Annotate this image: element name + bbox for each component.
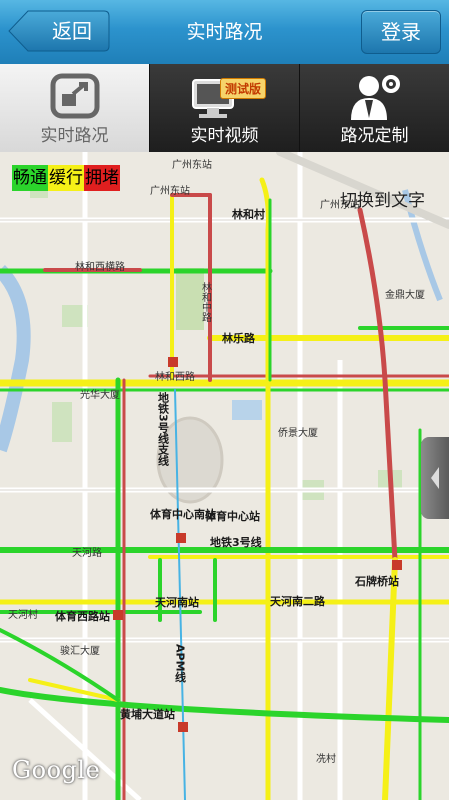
map-label: 地铁3号线支线 bbox=[157, 391, 171, 467]
map-label: 林乐路 bbox=[222, 331, 256, 345]
map-label: 林和村 bbox=[232, 207, 265, 221]
map-label: 骏汇大厦 bbox=[60, 644, 100, 657]
title-bar: 返回 实时路况 登录 bbox=[0, 0, 449, 64]
side-panel-handle[interactable] bbox=[421, 437, 449, 519]
back-label: 返回 bbox=[52, 19, 92, 43]
traffic-legend: 畅通 缓行 拥堵 bbox=[12, 165, 120, 191]
login-button[interactable]: 登录 bbox=[361, 10, 441, 54]
tab-label: 实时路况 bbox=[40, 126, 109, 146]
map-label: 体育中心站 bbox=[205, 509, 260, 523]
tab-realtime-video[interactable]: 测试版 实时视频 bbox=[150, 64, 300, 152]
map-label: 体育西路站 bbox=[55, 609, 110, 623]
map-label: 金鼎大厦 bbox=[385, 288, 425, 301]
map-label: 林和中路 bbox=[200, 281, 212, 323]
tab-label: 路况定制 bbox=[340, 126, 409, 146]
beta-badge: 测试版 bbox=[220, 78, 267, 99]
map-label: 地铁3号线 bbox=[210, 535, 262, 549]
map-label: 林和西横路 bbox=[75, 260, 125, 273]
map-label: 林和西路 bbox=[155, 370, 195, 383]
map-label: 石牌桥站 bbox=[354, 574, 399, 588]
legend-slow: 缓行 bbox=[48, 165, 84, 191]
map-label: 广州东站 bbox=[172, 158, 212, 171]
tab-traffic-custom[interactable]: 路况定制 bbox=[300, 64, 449, 152]
tab-realtime-traffic[interactable]: 实时路况 bbox=[0, 64, 150, 152]
user-gear-icon bbox=[350, 75, 400, 120]
tab-bar: 实时路况 测试版 实时视频 路况定制 bbox=[0, 64, 449, 152]
google-logo: Google bbox=[12, 756, 101, 784]
tab-label: 实时视频 bbox=[190, 126, 259, 146]
zoom-map-icon bbox=[50, 73, 99, 119]
chevron-left-icon bbox=[431, 467, 439, 489]
map-label: 天河路 bbox=[72, 546, 102, 559]
map-label: 黄埔大道站 bbox=[120, 707, 175, 721]
traffic-map[interactable]: 广州东站 广州东站 广州东站 林和村 林和西横路 林和中路 林乐路 金鼎大厦 光… bbox=[0, 152, 449, 800]
legend-congested: 拥堵 bbox=[84, 165, 120, 191]
legend-smooth: 畅通 bbox=[12, 165, 48, 191]
back-button[interactable]: 返回 bbox=[8, 10, 110, 52]
switch-to-text-link[interactable]: 切换到文字 bbox=[340, 186, 425, 211]
map-label: 冼村 bbox=[316, 752, 336, 765]
map-label: APM线 bbox=[174, 644, 187, 683]
map-label: 天河南站 bbox=[155, 595, 199, 609]
map-label: 光华大厦 bbox=[80, 388, 120, 401]
map-label: 天河村 bbox=[8, 608, 38, 621]
map-label: 天河南二路 bbox=[270, 594, 326, 608]
page-title: 实时路况 bbox=[186, 21, 263, 43]
map-label: 侨景大厦 bbox=[278, 426, 318, 439]
map-label: 广州东站 bbox=[150, 184, 190, 197]
